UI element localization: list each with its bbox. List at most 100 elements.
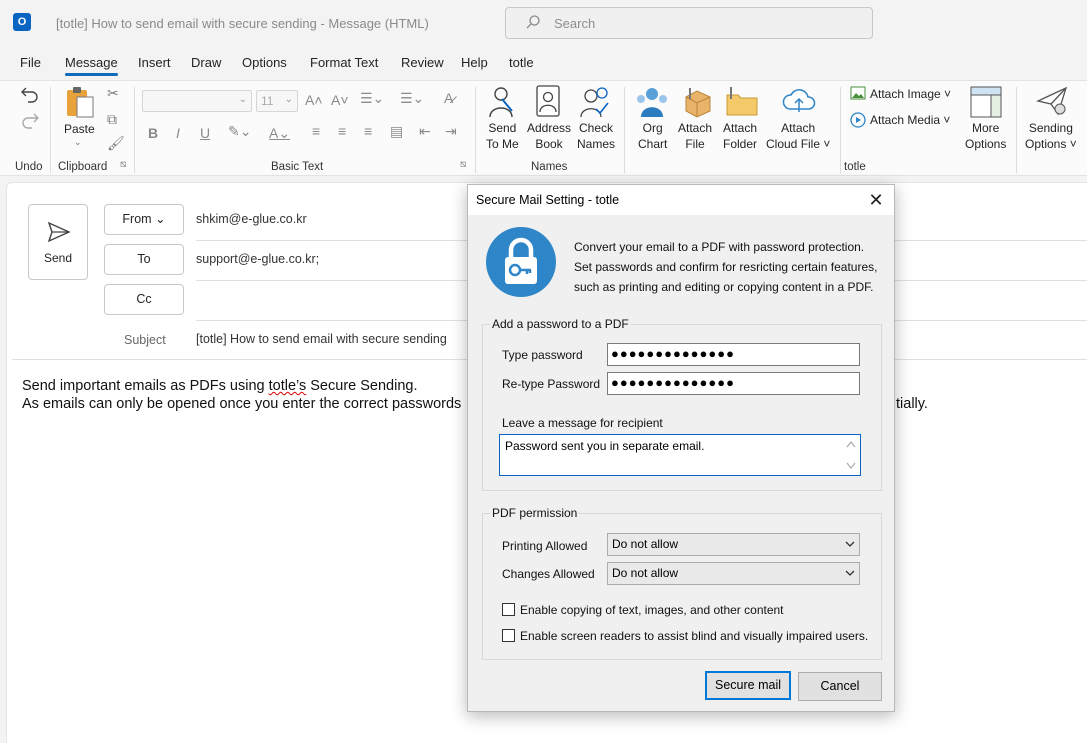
to-button[interactable]: To [104,244,184,275]
secure-mail-button[interactable]: Secure mail [705,671,791,700]
attach-folder-line1: Attach [723,121,758,135]
attach-folder-button[interactable]: Attach Folder [723,120,757,152]
tab-message[interactable]: Message [65,55,118,76]
tab-review[interactable]: Review [401,55,444,70]
printing-select[interactable]: Do not allow [607,533,860,556]
org-chart-button[interactable]: Org Chart [638,120,667,152]
address-book-icon[interactable] [535,85,561,117]
align-center-icon[interactable]: ≡ [338,123,346,139]
search-box[interactable]: Search [505,7,873,39]
paste-icon[interactable] [64,85,96,119]
copy-content-checkbox[interactable] [502,603,515,616]
tab-file[interactable]: File [20,55,41,70]
attach-cloud-icon[interactable] [782,85,816,115]
title-bar: O [totle] How to send email with secure … [0,0,1087,46]
org-chart-line2: Chart [638,137,668,151]
attach-image-button[interactable]: Attach Image ˅ [870,86,951,102]
tab-options[interactable]: Options [242,55,287,70]
increase-indent-icon[interactable]: ⇥ [445,123,457,140]
underline-icon[interactable]: U [200,125,210,141]
tab-help[interactable]: Help [461,55,488,70]
recipient-message-textarea[interactable]: Password sent you in separate email. [499,434,861,476]
message-label: Leave a message for recipient [502,416,663,430]
type-password-label: Type password [502,348,583,362]
dialog-title: Secure Mail Setting - totle [476,193,620,207]
send-label: Send [43,251,73,265]
address-book-button[interactable]: Address Book [527,120,571,152]
tab-format-text[interactable]: Format Text [310,55,378,70]
send-button[interactable]: Send [28,204,88,280]
dialog-intro-text: Convert your email to a PDF with passwor… [574,240,878,294]
basic-text-launcher-icon[interactable]: ⧅ [460,159,466,170]
redo-icon[interactable] [20,111,40,129]
check-names-line1: Check [579,121,614,135]
paste-chevron-icon[interactable]: ⌄ [74,137,82,148]
send-to-me-line2: To Me [486,137,519,151]
more-options-icon[interactable] [969,85,1003,119]
cut-icon[interactable]: ✂ [107,85,119,102]
screen-reader-label: Enable screen readers to assist blind an… [520,629,869,643]
font-color-icon[interactable]: A⌄ [269,125,290,142]
cancel-button[interactable]: Cancel [798,672,882,701]
clear-formatting-icon[interactable]: A̷ [444,90,453,106]
scroll-up-icon[interactable] [846,440,856,448]
group-label-basic-text: Basic Text [271,161,324,173]
shrink-font-icon[interactable]: A˅ [331,92,349,108]
changes-select[interactable]: Do not allow [607,562,860,585]
org-chart-icon[interactable] [636,85,668,119]
italic-icon[interactable]: I [176,125,180,141]
send-icon [47,221,71,243]
close-icon[interactable]: ✕ [866,190,886,210]
scroll-down-icon[interactable] [846,462,856,470]
subject-field[interactable]: [totle] How to send email with secure se… [196,332,447,346]
body-line-1[interactable]: Send important emails as PDFs using totl… [22,378,417,394]
body-text-part: Send important emails as PDFs using [22,378,269,394]
screen-reader-checkbox[interactable] [502,629,515,642]
address-book-line1: Address [527,121,572,135]
highlight-icon[interactable]: ✎⌄ [228,123,251,140]
sending-options-button[interactable]: Sending Options ˅ [1025,120,1077,152]
tab-insert[interactable]: Insert [138,55,171,70]
send-to-me-icon[interactable] [488,85,516,119]
tab-draw[interactable]: Draw [191,55,221,70]
attach-file-button[interactable]: Attach File [678,120,712,152]
paste-label[interactable]: Paste [64,121,95,137]
retype-password-input[interactable]: ●●●●●●●●●●●●●● [607,372,860,395]
check-names-icon[interactable] [580,85,610,119]
body-line-2[interactable]: As emails can only be opened once you en… [22,396,461,412]
body-line-2-tail[interactable]: tially. [896,396,928,412]
align-left-icon[interactable]: ≡ [312,123,320,139]
undo-icon[interactable] [20,85,40,103]
grow-font-icon[interactable]: A˄ [305,92,323,108]
body-text-misspelled: totle’s [268,378,307,394]
format-painter-icon[interactable]: 🖌 [107,135,125,152]
decrease-indent-icon[interactable]: ⇤ [419,123,431,140]
clipboard-launcher-icon[interactable]: ⧅ [120,159,126,170]
numbering-icon[interactable]: ☰⌄ [400,90,424,107]
window-title: [totle] How to send email with secure se… [56,16,429,31]
check-names-button[interactable]: Check Names [577,120,615,152]
bullets-icon[interactable]: ☰⌄ [360,90,384,107]
attach-file-icon[interactable] [680,85,714,119]
copy-icon[interactable]: ⧉ [107,111,117,128]
permission-group-title: PDF permission [490,506,580,520]
font-name-dropdown[interactable]: ⌄ [142,90,252,112]
from-button[interactable]: From ⌄ [104,204,184,235]
tab-totle[interactable]: totle [509,55,534,70]
attach-media-button[interactable]: Attach Media ˅ [870,112,950,128]
attach-folder-icon[interactable] [725,85,759,119]
message-scrollbar[interactable] [843,436,859,474]
font-size-dropdown[interactable]: 11 ⌄ [256,90,298,112]
attach-cloud-file-button[interactable]: Attach Cloud File ˅ [766,120,830,152]
dialog-titlebar: Secure Mail Setting - totle ✕ [468,185,894,215]
send-to-me-button[interactable]: Send To Me [486,120,519,152]
chevron-down-icon: ⌄ [284,94,293,105]
bold-icon[interactable]: B [148,125,158,141]
align-right-icon[interactable]: ≡ [364,123,372,139]
sending-options-icon[interactable] [1036,85,1068,117]
type-password-input[interactable]: ●●●●●●●●●●●●●● [607,343,860,366]
to-field[interactable]: support@e-glue.co.kr; [196,252,319,266]
justify-icon[interactable]: ▤ [390,123,403,140]
more-options-button[interactable]: More Options [965,120,1006,152]
cc-button[interactable]: Cc [104,284,184,315]
